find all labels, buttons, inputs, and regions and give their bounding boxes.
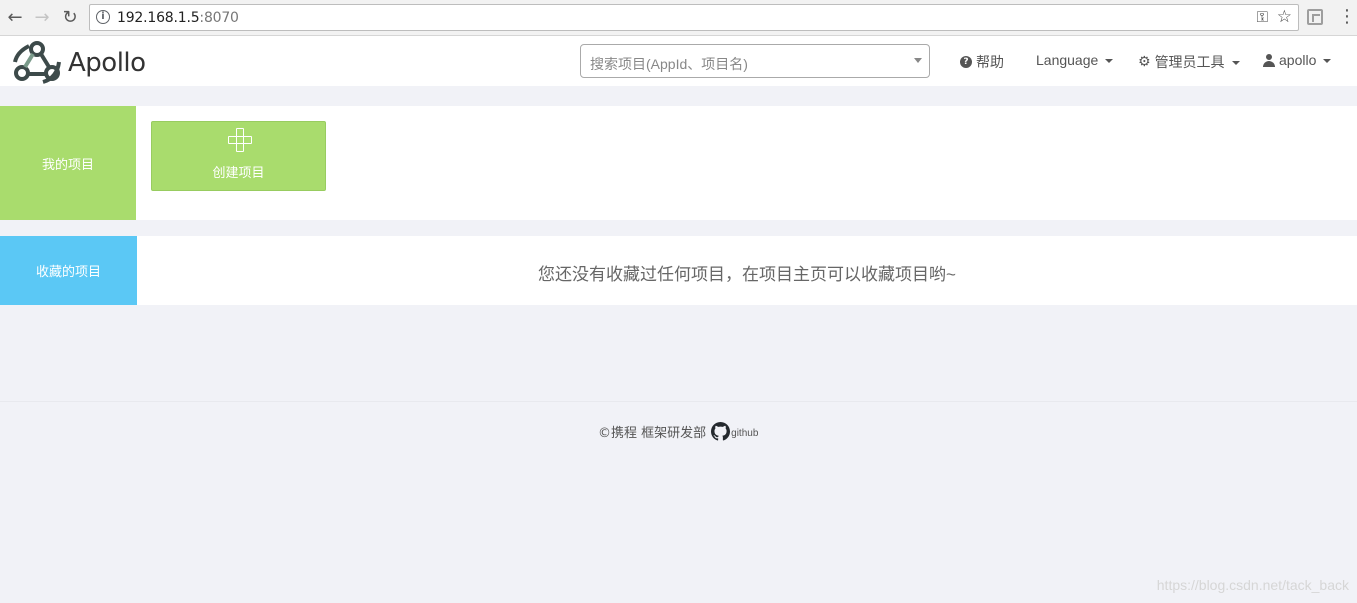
language-label: Language [1036,52,1099,68]
browser-toolbar: ← → ↻ i 192.168.1.5:8070 ⚿ ☆ ⋮ [0,0,1357,36]
gear-icon: ⚙ [1138,54,1151,70]
key-icon[interactable]: ⚿ [1257,8,1268,26]
help-label: 帮助 [976,54,1004,70]
url-host: 192.168.1.5 [117,10,200,26]
apollo-logo-icon[interactable] [11,38,63,84]
kebab-menu-icon[interactable]: ⋮ [1338,7,1356,27]
copyright-text: ©携程 框架研发部 [598,426,707,441]
forward-arrow-icon[interactable]: → [31,6,53,28]
extension-icon[interactable] [1307,9,1323,25]
admin-tools-dropdown[interactable]: ⚙ 管理员工具 [1138,52,1240,72]
caret-down-icon [1105,59,1114,63]
star-icon[interactable]: ☆ [1277,7,1292,27]
user-name: apollo [1279,52,1317,68]
project-search-select[interactable]: 搜索项目(AppId、项目名) [580,44,930,78]
caret-down-icon [1323,59,1332,63]
github-link[interactable]: github [731,428,758,439]
url-port: :8070 [199,10,239,26]
favorite-projects-section: 收藏的项目 您还没有收藏过任何项目，在项目主页可以收藏项目哟~ [0,236,1357,305]
back-arrow-icon[interactable]: ← [4,6,26,28]
watermark: https://blog.csdn.net/tack_back [1156,577,1349,593]
plus-icon-center [237,137,242,142]
admin-tools-label: 管理员工具 [1154,54,1225,70]
reload-icon[interactable]: ↻ [59,6,81,28]
question-circle-icon: ? [960,56,972,68]
empty-favorites-message: 您还没有收藏过任何项目，在项目主页可以收藏项目哟~ [538,265,956,284]
caret-down-icon [1231,61,1240,65]
favorite-projects-label: 收藏的项目 [0,236,137,305]
user-dropdown[interactable]: apollo [1263,52,1332,68]
create-project-button[interactable]: 创建项目 [151,121,326,191]
help-link[interactable]: ? 帮助 [960,52,1004,72]
footer-divider [0,401,1357,402]
footer: ©携程 框架研发部 github [598,422,758,441]
url-text[interactable]: 192.168.1.5:8070 [117,10,239,26]
my-projects-label: 我的项目 [0,106,136,220]
language-dropdown[interactable]: Language [1036,52,1114,68]
user-icon [1263,53,1275,67]
info-icon[interactable]: i [96,10,110,24]
logo-text[interactable]: Apollo [68,48,146,78]
address-bar[interactable]: i 192.168.1.5:8070 ⚿ ☆ [89,4,1299,31]
create-project-label: 创建项目 [212,165,265,180]
chevron-down-icon [914,58,922,63]
app-header: Apollo 搜索项目(AppId、项目名) ? 帮助 Language ⚙ 管… [0,36,1357,86]
my-projects-section: 我的项目 创建项目 [0,106,1357,220]
search-placeholder: 搜索项目(AppId、项目名) [590,56,748,72]
github-icon[interactable] [711,422,731,441]
